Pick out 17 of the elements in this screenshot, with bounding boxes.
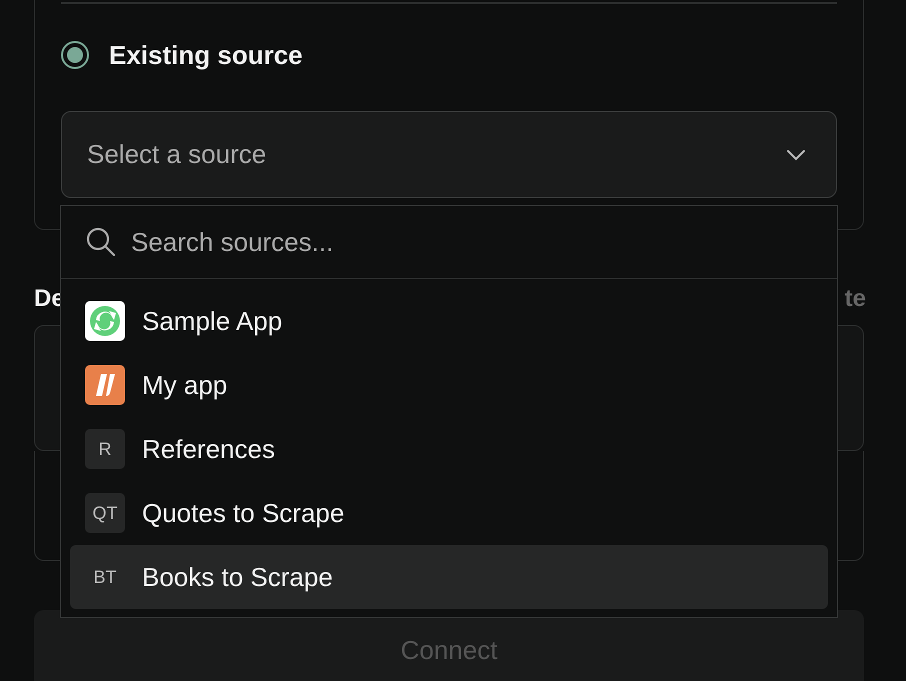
- search-field[interactable]: Search sources...: [129, 226, 813, 258]
- radio-button[interactable]: [61, 41, 89, 69]
- source-option[interactable]: Sample App: [70, 289, 828, 353]
- initials-label: QT: [85, 493, 125, 533]
- source-option[interactable]: QT Quotes to Scrape: [70, 481, 828, 545]
- chevron-down-icon: [786, 148, 806, 160]
- initials-label: BT: [92, 566, 118, 588]
- radio-label: Existing source: [109, 40, 303, 70]
- arrows-logo-icon: [85, 301, 125, 341]
- source-select[interactable]: Select a source: [61, 111, 837, 198]
- search-icon: [85, 226, 117, 258]
- initials-label: R: [85, 429, 125, 469]
- source-option[interactable]: BT Books to Scrape: [70, 545, 828, 609]
- source-option[interactable]: R References: [70, 417, 828, 481]
- section-label: te: [844, 285, 866, 314]
- slashes-logo-icon: [85, 365, 125, 405]
- source-option[interactable]: My app: [70, 353, 828, 417]
